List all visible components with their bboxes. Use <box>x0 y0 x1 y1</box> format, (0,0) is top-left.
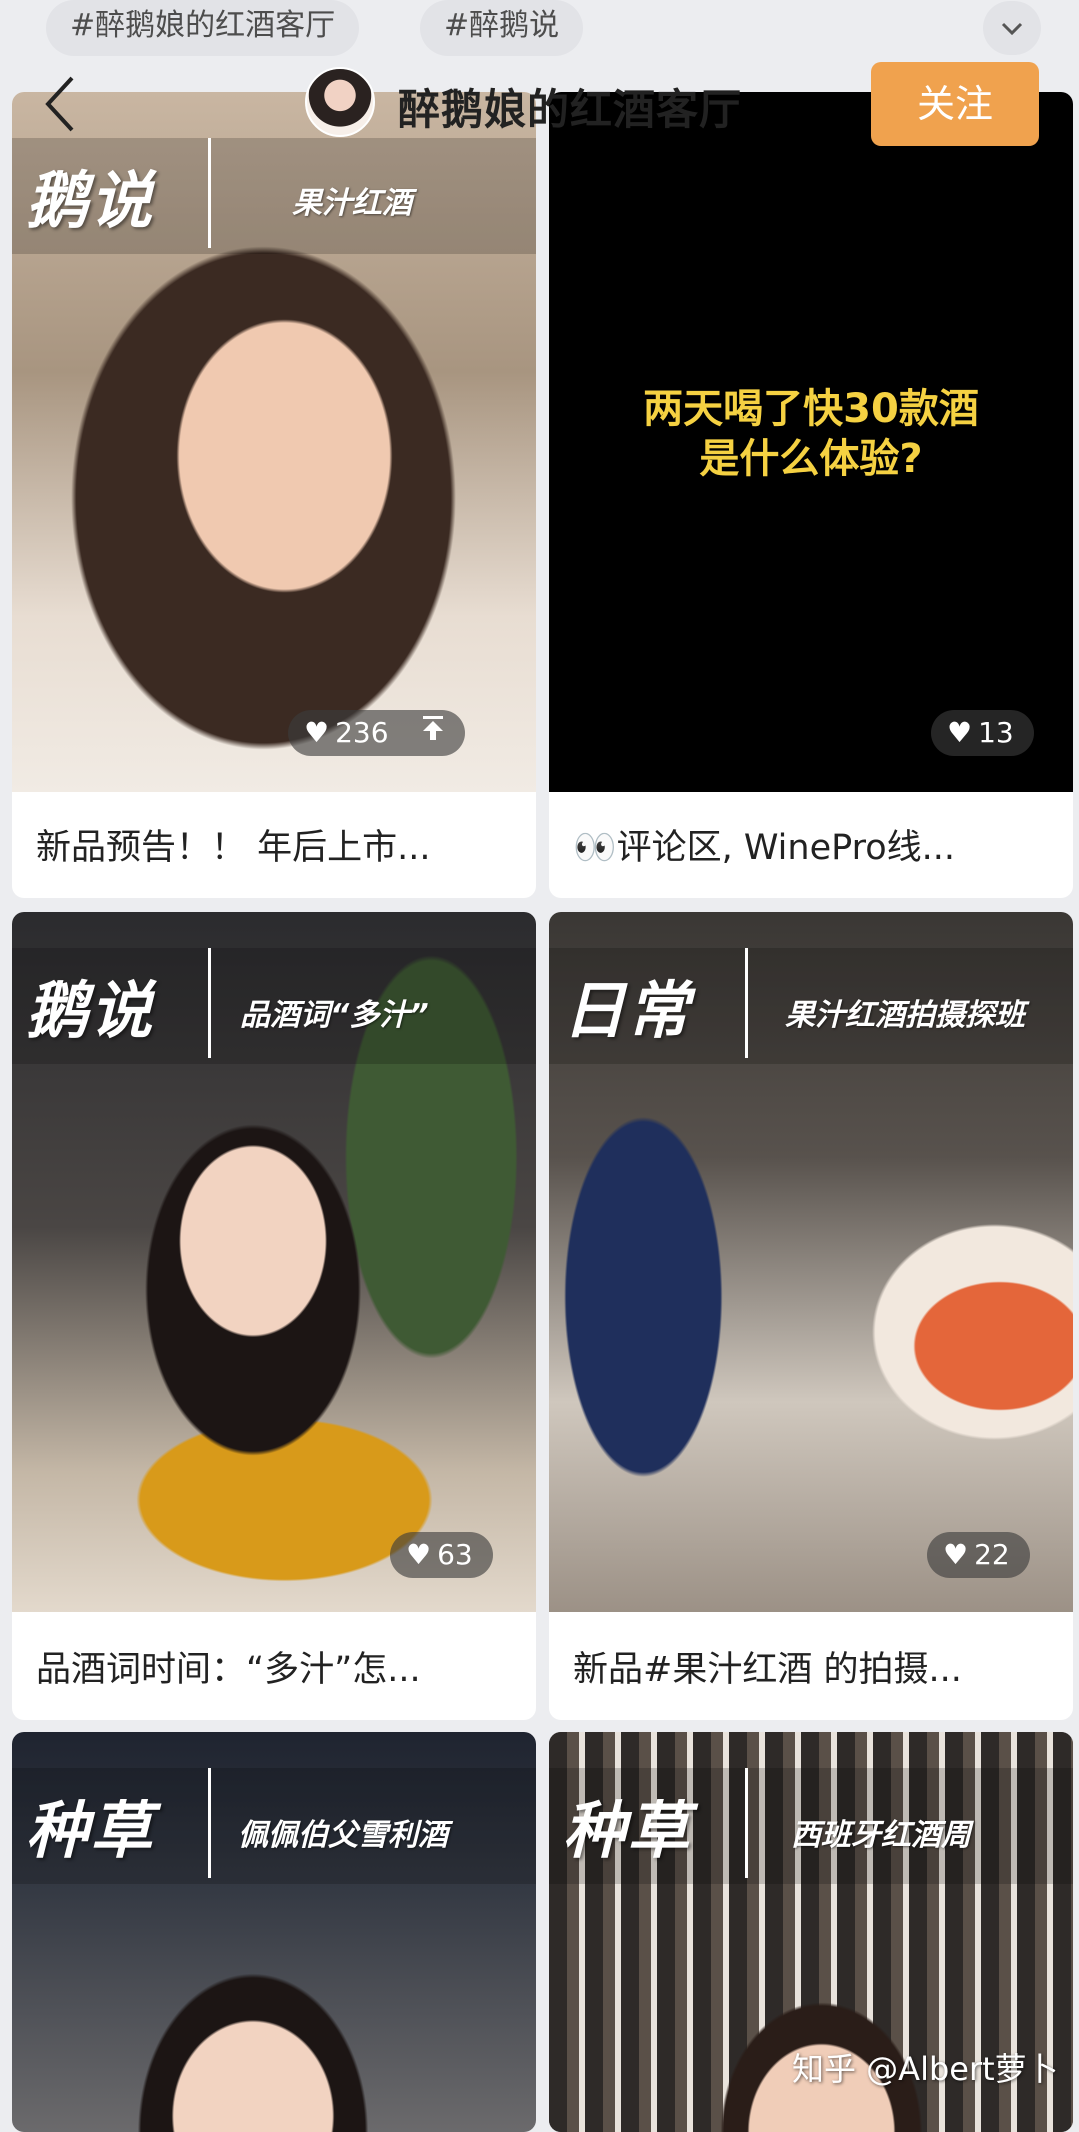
expand-tags-button[interactable] <box>983 1 1041 55</box>
card-caption[interactable]: 👀评论区, WinePro线... <box>573 819 1053 870</box>
card-caption[interactable]: 新品预告！！ 年后上市... <box>36 819 516 870</box>
overlay-line: 是什么体验? <box>699 436 923 482</box>
watermark: 知乎 @Albert萝卜 <box>792 2050 1059 2088</box>
like-count-badge: ♥ 22 <box>927 1532 1030 1578</box>
topic-tag-bar: #醉鹅娘的红酒客厅 #醉鹅说 <box>0 0 1079 58</box>
topic-label: 品酒词“多汁” <box>240 998 429 1033</box>
heart-icon: ♥ <box>304 716 330 749</box>
heart-icon: ♥ <box>943 1538 969 1571</box>
like-count: 236 <box>335 716 389 749</box>
series-label: 日常 <box>563 974 692 1047</box>
back-icon[interactable] <box>38 70 82 138</box>
video-card[interactable]: 鹅说 果汁红酒 ♥ 236 新品预告！！ 年后上市... <box>12 92 536 898</box>
divider <box>208 948 211 1058</box>
topic-tag-zuiheshuo[interactable]: #醉鹅说 <box>420 0 584 56</box>
divider <box>208 138 211 248</box>
video-thumbnail[interactable]: 鹅说 果汁红酒 ♥ 236 <box>12 92 536 792</box>
video-thumbnail[interactable]: 鹅说 品酒词“多汁” ♥ 63 <box>12 912 536 1612</box>
heart-icon: ♥ <box>947 716 973 749</box>
like-count-badge: ♥ 13 <box>931 710 1034 756</box>
video-thumbnail[interactable]: 日常 果汁红酒拍摄探班 ♥ 22 <box>549 912 1073 1612</box>
video-card[interactable]: 日常 果汁红酒拍摄探班 ♥ 22 新品#果汁红酒 的拍摄... <box>549 912 1073 1720</box>
video-card[interactable]: 种草 佩佩伯父雪利酒 <box>12 1732 536 2132</box>
like-count-badge: ♥ 63 <box>390 1532 493 1578</box>
series-label: 鹅说 <box>26 974 155 1047</box>
divider <box>745 1768 748 1878</box>
chevron-down-icon <box>1001 22 1023 36</box>
like-count-badge: ♥ 236 <box>288 710 466 756</box>
like-count: 13 <box>978 716 1014 749</box>
video-thumbnail[interactable]: 两天喝了快30款酒 是什么体验? ♥ 13 <box>549 92 1073 792</box>
video-card[interactable]: 两天喝了快30款酒 是什么体验? ♥ 13 👀评论区, WinePro线... <box>549 92 1073 898</box>
video-card[interactable]: 鹅说 品酒词“多汁” ♥ 63 品酒词时间：“多汁”怎... <box>12 912 536 1720</box>
series-label: 鹅说 <box>26 164 155 237</box>
divider <box>745 948 748 1058</box>
series-label: 种草 <box>563 1794 692 1867</box>
topic-tag-winelounge[interactable]: #醉鹅娘的红酒客厅 <box>46 0 360 56</box>
heart-icon: ♥ <box>406 1538 432 1571</box>
upload-icon[interactable] <box>421 710 445 756</box>
divider <box>208 1768 211 1878</box>
video-thumbnail[interactable]: 种草 佩佩伯父雪利酒 <box>12 1732 536 2132</box>
like-count: 22 <box>974 1538 1010 1571</box>
like-count: 63 <box>437 1538 473 1571</box>
topic-label: 果汁红酒拍摄探班 <box>785 998 1025 1033</box>
avatar[interactable] <box>305 67 375 137</box>
series-label: 种草 <box>26 1794 155 1867</box>
overlay-text: 两天喝了快30款酒 是什么体验? <box>549 384 1073 484</box>
overlay-line: 两天喝了快30款酒 <box>643 386 979 432</box>
follow-button[interactable]: 关注 <box>871 62 1039 146</box>
topic-label: 佩佩伯父雪利酒 <box>238 1818 448 1853</box>
card-caption[interactable]: 品酒词时间：“多汁”怎... <box>36 1641 516 1692</box>
card-caption[interactable]: 新品#果汁红酒 的拍摄... <box>573 1641 1053 1692</box>
topic-label: 西班牙红酒周 <box>791 1818 971 1853</box>
account-name[interactable]: 醉鹅娘的红酒客厅 <box>398 76 742 137</box>
topic-label: 果汁红酒 <box>292 186 412 221</box>
